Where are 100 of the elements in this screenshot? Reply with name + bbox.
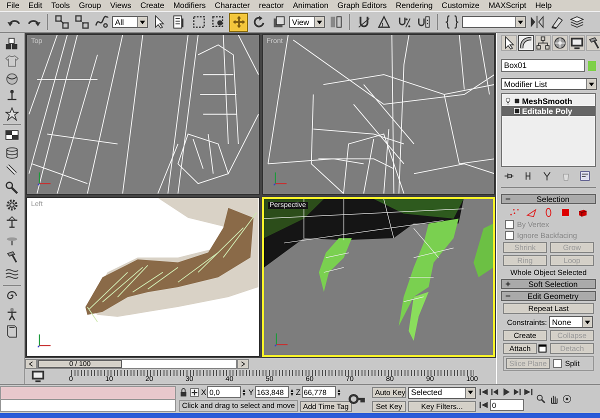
ripple-icon[interactable] bbox=[5, 267, 19, 282]
menu-item[interactable]: Views bbox=[106, 0, 136, 11]
object-name-field[interactable]: Box01 bbox=[501, 59, 585, 72]
modifier-stack-item[interactable]: MeshSmooth bbox=[502, 96, 595, 106]
scale-icon bbox=[272, 15, 286, 29]
caret-icon bbox=[588, 80, 595, 88]
border-icon bbox=[543, 206, 554, 218]
rollout-header[interactable]: Edit Geometry bbox=[501, 291, 596, 301]
menu-item[interactable]: Help bbox=[530, 0, 556, 11]
next-button[interactable] bbox=[237, 358, 249, 368]
previous-frame-icon[interactable] bbox=[490, 387, 500, 397]
hierarchy-tab[interactable] bbox=[535, 35, 551, 51]
chevron-left-icon bbox=[28, 360, 34, 366]
space-warp-icon bbox=[94, 15, 108, 29]
caret-icon bbox=[517, 18, 524, 26]
menu-item[interactable]: Rendering bbox=[391, 0, 438, 11]
menu-item[interactable]: Create bbox=[136, 0, 169, 11]
caret-icon bbox=[316, 18, 323, 26]
menu-item[interactable]: Modifiers bbox=[168, 0, 210, 11]
percent-snap-icon bbox=[396, 15, 410, 29]
menu-item[interactable]: File bbox=[2, 0, 24, 11]
book-icon[interactable] bbox=[5, 324, 19, 338]
pin-icon[interactable] bbox=[504, 171, 514, 181]
wheel-tab[interactable] bbox=[552, 35, 568, 51]
vertex-level-button[interactable] bbox=[508, 206, 522, 218]
gear-icon[interactable] bbox=[5, 198, 19, 212]
lamp-icon[interactable] bbox=[5, 215, 19, 230]
next-frame-icon[interactable] bbox=[512, 387, 522, 397]
menu-item[interactable]: reactor bbox=[254, 0, 288, 11]
checkbox[interactable] bbox=[553, 359, 562, 368]
move-icon bbox=[232, 15, 246, 29]
orbit-icon[interactable] bbox=[562, 394, 572, 404]
menu-item[interactable]: Group bbox=[74, 0, 106, 11]
menu-item[interactable]: MAXScript bbox=[484, 0, 531, 11]
menu-item[interactable]: Tools bbox=[46, 0, 74, 11]
axis-label: Z bbox=[296, 388, 301, 396]
modifier-name: MeshSmooth bbox=[522, 96, 572, 106]
go-to-end-icon[interactable] bbox=[523, 387, 533, 397]
sphere-icon[interactable] bbox=[5, 72, 19, 86]
person-icon[interactable] bbox=[5, 306, 19, 321]
absolute-mode-icon[interactable] bbox=[190, 388, 199, 396]
dropdown[interactable]: All bbox=[112, 16, 148, 28]
dropdown[interactable] bbox=[462, 16, 526, 28]
dropdown[interactable]: View bbox=[289, 16, 325, 28]
menu-item[interactable]: Animation bbox=[288, 0, 333, 11]
caret-icon bbox=[467, 389, 474, 396]
hammer-tab[interactable] bbox=[586, 35, 600, 51]
pan-icon[interactable] bbox=[549, 394, 559, 404]
object-color-swatch[interactable] bbox=[588, 60, 596, 70]
lock-icon[interactable] bbox=[179, 388, 188, 396]
axis-tripod-icon bbox=[274, 331, 290, 347]
checker-icon[interactable] bbox=[5, 128, 19, 142]
list-icon bbox=[172, 15, 186, 29]
angle-snap-icon bbox=[376, 15, 390, 29]
menu-item[interactable]: Edit bbox=[24, 0, 47, 11]
square-icon bbox=[514, 108, 520, 114]
rollout-header[interactable]: Soft Selection bbox=[501, 279, 596, 289]
vertex-icon bbox=[509, 206, 520, 218]
axis-label: X bbox=[201, 388, 206, 396]
bend-icon bbox=[519, 36, 533, 50]
hammer-icon[interactable] bbox=[5, 250, 19, 264]
axis-tripod-icon bbox=[37, 170, 53, 186]
cylinder-icon[interactable] bbox=[5, 146, 19, 160]
menu-item[interactable]: Character bbox=[210, 0, 254, 11]
star-figure-icon[interactable] bbox=[5, 106, 19, 121]
window-crossing-icon bbox=[212, 15, 226, 29]
link-icon bbox=[54, 15, 68, 29]
monitor-icon bbox=[570, 36, 584, 50]
light-bulb-icon bbox=[504, 97, 512, 105]
track-bar-icon[interactable] bbox=[31, 369, 45, 383]
axis-tripod-icon bbox=[37, 332, 53, 348]
key-mode-toggle-icon[interactable] bbox=[479, 400, 489, 410]
wrench-icon[interactable] bbox=[5, 180, 19, 195]
braces-icon bbox=[444, 15, 458, 29]
blocks-icon[interactable] bbox=[5, 37, 19, 51]
polygon-icon bbox=[560, 206, 571, 218]
modifier-stack-item[interactable]: Editable Poly bbox=[502, 106, 595, 116]
monitor-tab[interactable] bbox=[569, 35, 585, 51]
go-to-start-icon[interactable] bbox=[479, 387, 489, 397]
move-button[interactable] bbox=[229, 12, 248, 32]
zoom-icon[interactable] bbox=[536, 394, 546, 404]
align-icon bbox=[550, 15, 564, 29]
play-icon[interactable] bbox=[501, 387, 511, 397]
rollout-header[interactable]: Selection bbox=[501, 194, 596, 204]
menu-item[interactable]: Customize bbox=[437, 0, 484, 11]
window-icon[interactable] bbox=[538, 344, 547, 353]
edge-icon bbox=[526, 206, 537, 218]
modifier-list-dropdown[interactable]: Modifier List bbox=[501, 78, 597, 90]
constraints-dropdown[interactable]: None bbox=[549, 316, 594, 328]
cursor-icon bbox=[502, 36, 516, 50]
bend-tab[interactable] bbox=[518, 35, 534, 51]
modifier-name: Editable Poly bbox=[522, 106, 572, 116]
cursor-tab[interactable] bbox=[501, 35, 517, 51]
previous-button[interactable] bbox=[25, 358, 37, 368]
configure-icon[interactable] bbox=[580, 171, 590, 181]
menu-item[interactable]: Graph Editors bbox=[332, 0, 392, 11]
y-shape-icon[interactable] bbox=[542, 171, 552, 181]
key-mode-dropdown[interactable]: Selected bbox=[408, 386, 476, 398]
plus-icon bbox=[505, 281, 511, 287]
edge-level-button[interactable] bbox=[524, 206, 538, 218]
